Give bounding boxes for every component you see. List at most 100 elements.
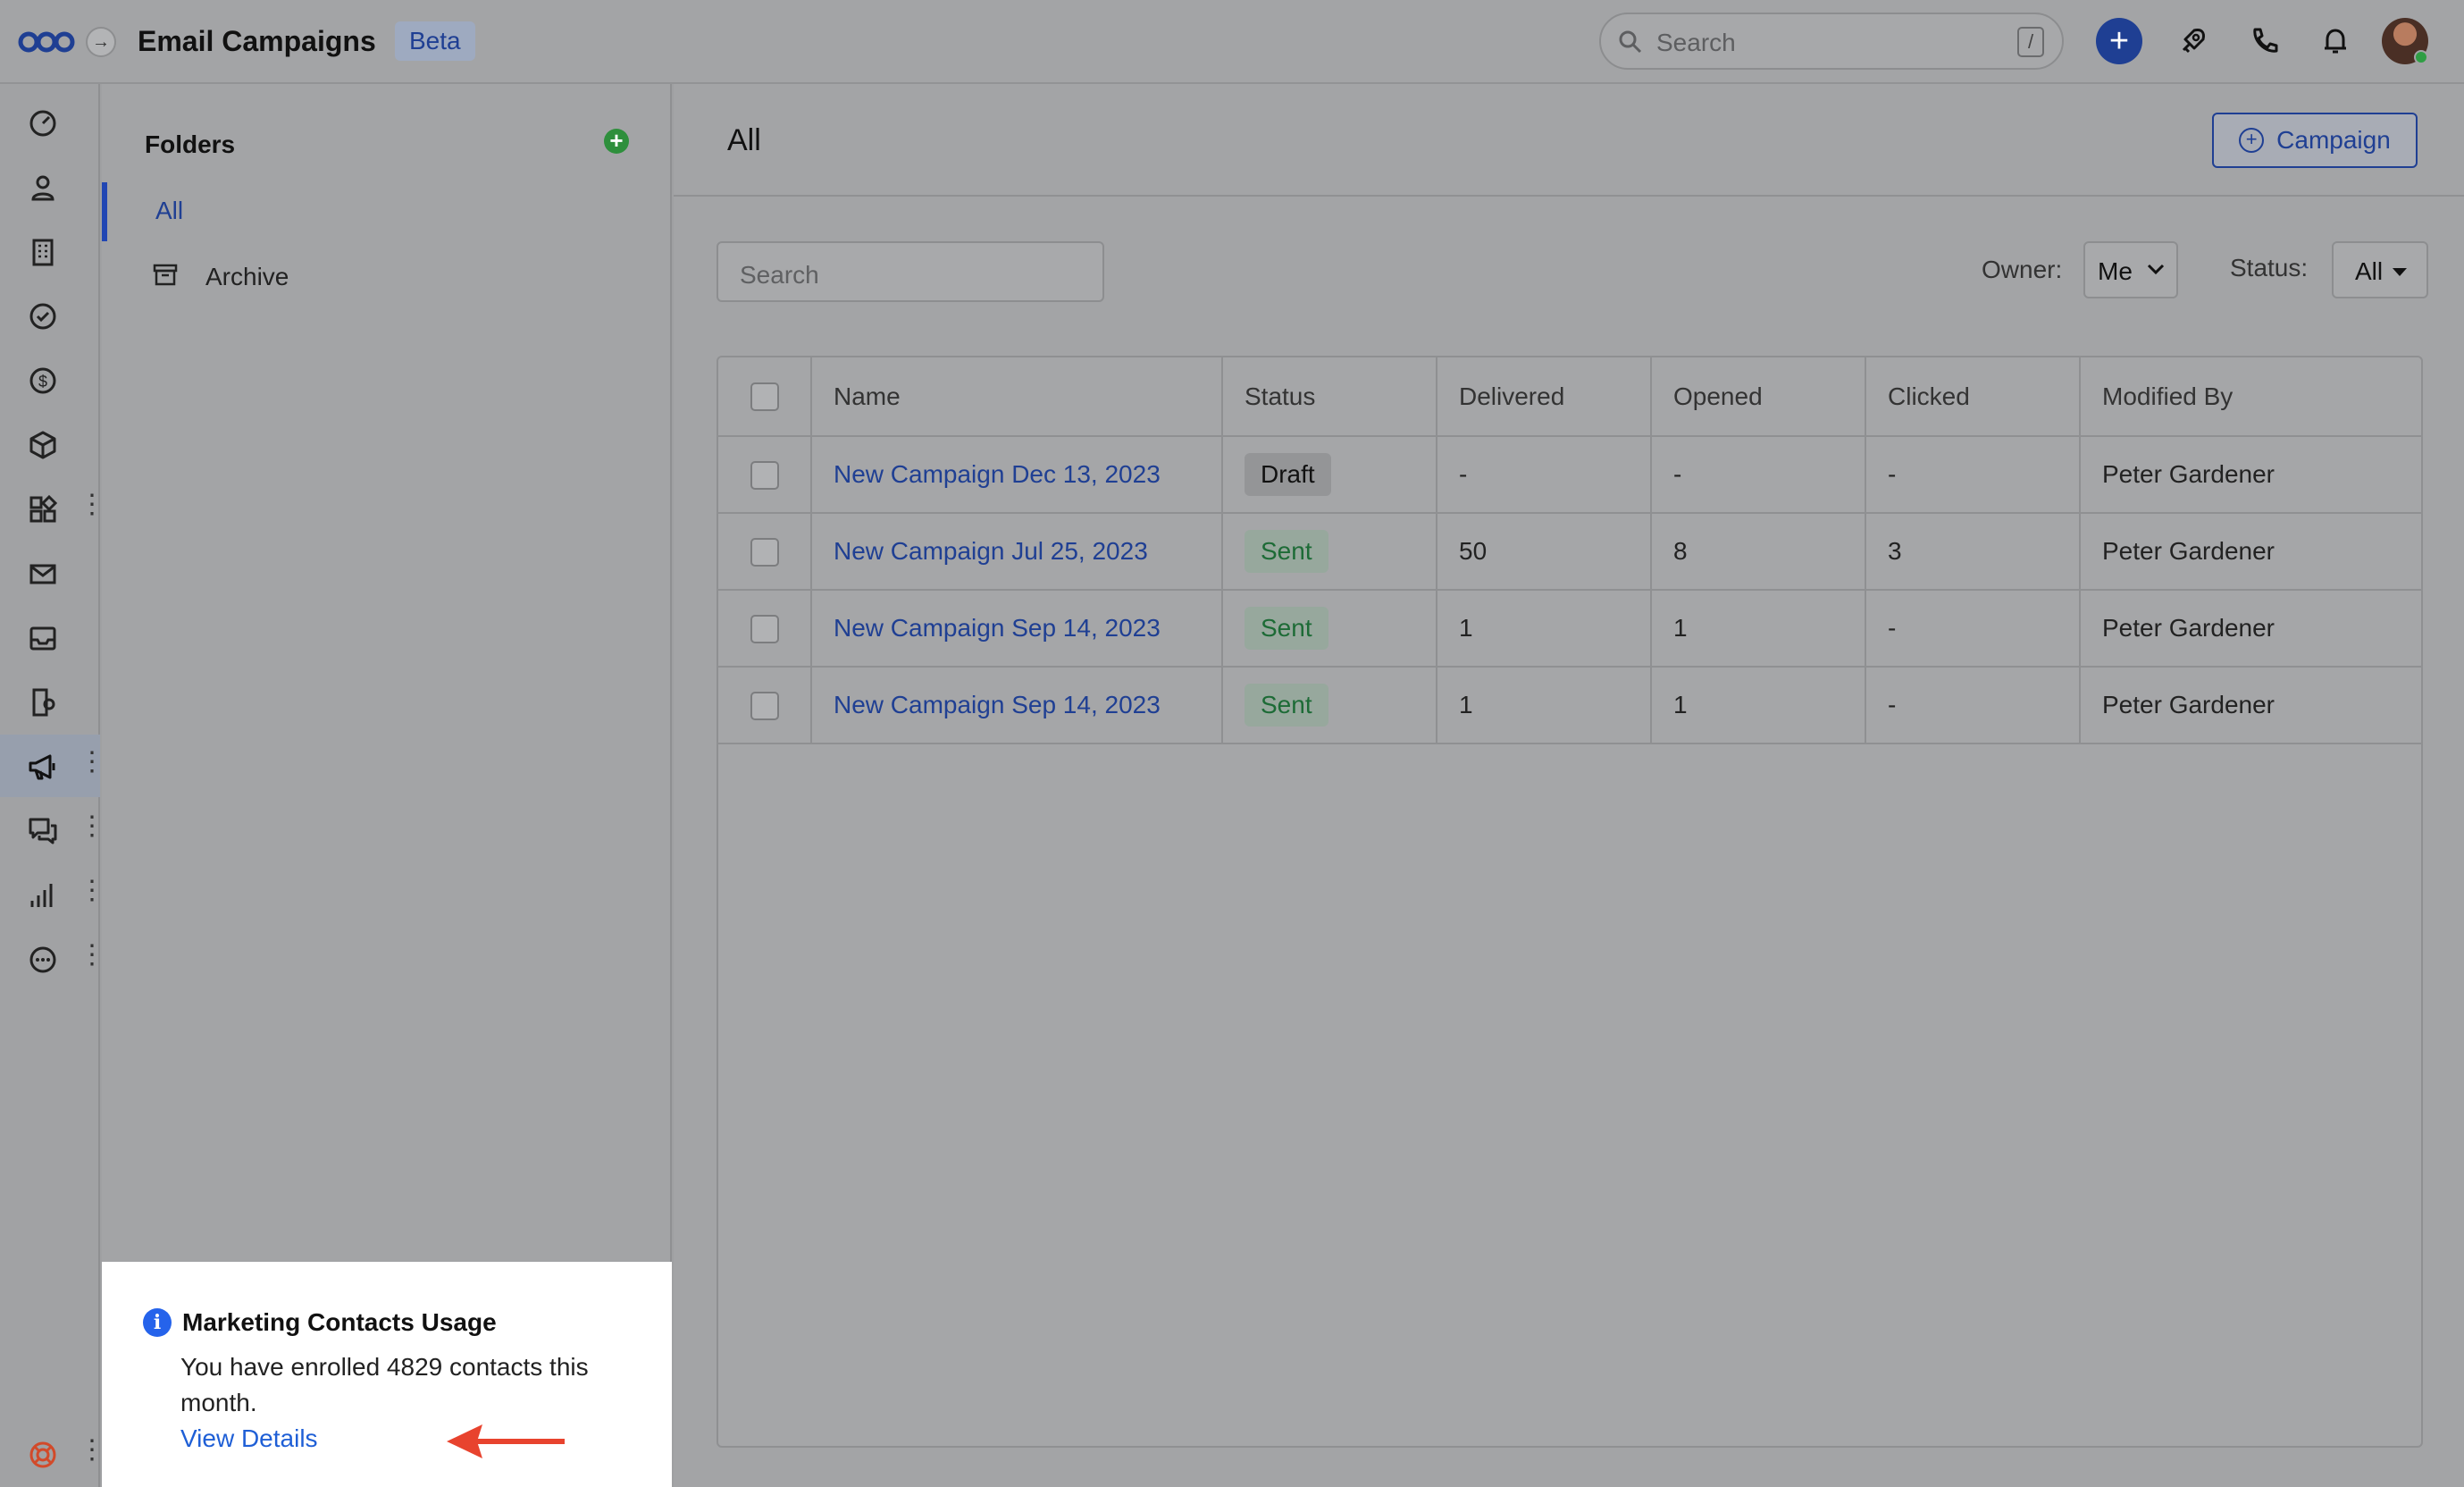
row-checkbox[interactable]: [750, 537, 779, 567]
column-header-clicked[interactable]: Clicked: [1865, 357, 2081, 437]
table-row: New Campaign Sep 14, 2023 Sent 1 1 - Pet…: [718, 590, 2421, 668]
rail-mail[interactable]: [0, 542, 100, 604]
table-row: New Campaign Dec 13, 2023 Draft - - - Pe…: [718, 436, 2421, 514]
global-search-placeholder: Search: [1656, 29, 1736, 56]
rail-more[interactable]: ⋮: [0, 928, 105, 990]
search-icon: [1619, 30, 1642, 54]
clicked-cell: -: [1865, 436, 2081, 514]
table-header-row: Name Status Delivered Opened Clicked Mod…: [718, 357, 2421, 437]
select-all-checkbox[interactable]: [750, 382, 779, 412]
lifebuoy-icon: [29, 1441, 56, 1468]
new-campaign-button[interactable]: + Campaign: [2212, 113, 2418, 168]
column-header-opened[interactable]: Opened: [1651, 357, 1866, 437]
archive-icon: [153, 264, 178, 286]
app-logo[interactable]: [18, 21, 75, 63]
status-cell: Sent: [1222, 590, 1437, 668]
expand-sidebar-button[interactable]: →: [86, 27, 116, 57]
rail-dashboard[interactable]: [0, 91, 100, 154]
status-badge: Sent: [1245, 530, 1328, 573]
campaign-name-link[interactable]: New Campaign Sep 14, 2023: [834, 614, 1161, 642]
delivered-cell: 50: [1437, 513, 1652, 591]
folder-item-archive[interactable]: Archive: [102, 247, 670, 306]
rail-companies[interactable]: [0, 220, 100, 282]
status-cell: Sent: [1222, 667, 1437, 744]
folder-item-all[interactable]: All: [102, 182, 670, 241]
column-header-delivered[interactable]: Delivered: [1437, 357, 1652, 437]
delivered-cell: 1: [1437, 590, 1652, 668]
rail-campaigns[interactable]: ⋮: [0, 735, 105, 797]
campaign-name-link[interactable]: New Campaign Dec 13, 2023: [834, 460, 1161, 488]
status-filter-label: Status:: [2230, 254, 2309, 281]
owner-filter-value: Me: [2098, 257, 2133, 285]
top-header: → Email Campaigns Beta Search / +: [0, 0, 2464, 84]
beta-badge: Beta: [395, 21, 475, 61]
modified-by-cell: Peter Gardener: [2080, 436, 2421, 514]
more-icon: [29, 946, 56, 973]
status-badge: Sent: [1245, 607, 1328, 650]
rail-tasks[interactable]: [0, 284, 100, 347]
owner-filter-select[interactable]: Me: [2083, 241, 2178, 298]
row-checkbox[interactable]: [750, 460, 779, 490]
rocket-icon[interactable]: [2169, 18, 2216, 64]
chevron-down-icon: [2147, 264, 2165, 275]
status-cell: Sent: [1222, 513, 1437, 591]
companies-icon: [32, 239, 54, 266]
annotation-arrow-icon: [447, 1424, 565, 1458]
rail-conversations[interactable]: ⋮: [0, 799, 105, 861]
search-shortcut-hint: /: [2017, 27, 2044, 57]
conversations-icon: [29, 818, 57, 844]
rail-reports[interactable]: ⋮: [0, 863, 105, 926]
opened-cell: 8: [1651, 513, 1866, 591]
opened-cell: -: [1651, 436, 1866, 514]
main-header: All + Campaign: [674, 84, 2464, 197]
column-header-modified-by[interactable]: Modified By: [2080, 357, 2421, 437]
rail-apps[interactable]: ⋮: [0, 477, 105, 540]
notice-message: You have enrolled 4829 contacts this mon…: [180, 1353, 589, 1416]
campaign-search-placeholder: Search: [740, 261, 819, 289]
campaign-name-cell: New Campaign Sep 14, 2023: [811, 667, 1223, 744]
column-header-status[interactable]: Status: [1222, 357, 1437, 437]
quick-add-button[interactable]: +: [2096, 18, 2142, 64]
row-select-cell: [718, 590, 812, 668]
notifications-bell-icon[interactable]: [2312, 18, 2359, 64]
opened-cell: 1: [1651, 590, 1866, 668]
folders-heading: Folders: [145, 130, 236, 158]
new-campaign-label: Campaign: [2276, 126, 2391, 154]
documents-icon: [32, 688, 55, 717]
online-status-indicator: [2414, 50, 2428, 64]
rail-inbox[interactable]: [0, 606, 100, 668]
opened-cell: 1: [1651, 667, 1866, 744]
tasks-icon: [29, 303, 56, 330]
main-content: All + Campaign Search Owner: Me Status: …: [674, 84, 2464, 1487]
table-row: New Campaign Jul 25, 2023 Sent 50 8 3 Pe…: [718, 513, 2421, 591]
global-search-input[interactable]: Search /: [1599, 13, 2064, 70]
modified-by-cell: Peter Gardener: [2080, 513, 2421, 591]
status-filter-select[interactable]: All: [2332, 241, 2428, 298]
campaign-name-link[interactable]: New Campaign Jul 25, 2023: [834, 537, 1148, 565]
add-folder-button[interactable]: +: [604, 129, 629, 154]
clicked-cell: -: [1865, 667, 2081, 744]
caret-down-icon: [2393, 268, 2407, 276]
owner-filter-label: Owner:: [1982, 256, 2063, 283]
plus-circle-icon: +: [2239, 128, 2265, 153]
status-badge: Draft: [1245, 453, 1331, 496]
rail-help[interactable]: ⋮: [0, 1423, 105, 1485]
campaign-name-link[interactable]: New Campaign Sep 14, 2023: [834, 691, 1161, 718]
left-navigation-rail: $ ⋮ ⋮ ⋮ ⋮ ⋮ ⋮: [0, 84, 105, 1487]
row-checkbox[interactable]: [750, 614, 779, 643]
column-header-name[interactable]: Name: [811, 357, 1223, 437]
view-details-link[interactable]: View Details: [180, 1424, 318, 1453]
modified-by-cell: Peter Gardener: [2080, 590, 2421, 668]
products-icon: [29, 431, 56, 459]
phone-icon[interactable]: [2241, 18, 2287, 64]
rail-products[interactable]: [0, 413, 100, 475]
rail-contacts[interactable]: [0, 155, 100, 218]
row-select-cell: [718, 513, 812, 591]
campaign-name-cell: New Campaign Dec 13, 2023: [811, 436, 1223, 514]
status-badge: Sent: [1245, 684, 1328, 727]
campaign-search-input[interactable]: Search: [717, 241, 1104, 302]
row-checkbox[interactable]: [750, 691, 779, 720]
rail-deals[interactable]: $: [0, 349, 100, 411]
select-all-cell: [718, 357, 812, 437]
rail-documents[interactable]: [0, 670, 100, 733]
